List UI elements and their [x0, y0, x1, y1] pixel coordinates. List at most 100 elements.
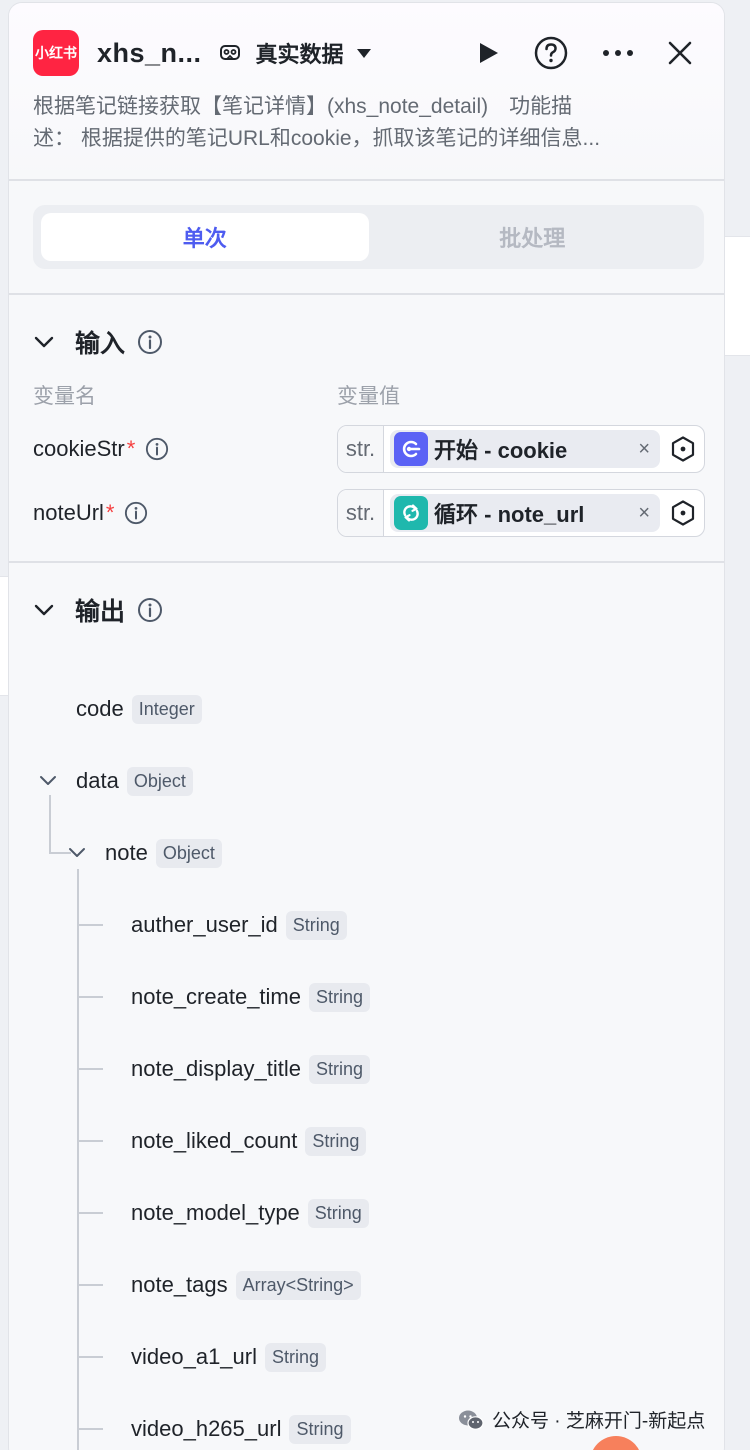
chevron-down-icon[interactable] [33, 331, 55, 353]
variable-reference-field[interactable]: str. 开始 - cookie × [337, 425, 705, 473]
mask-icon[interactable] [218, 41, 242, 65]
variable-picker-icon[interactable] [670, 500, 696, 526]
output-field-type: String [289, 1414, 351, 1444]
required-mark: * [105, 500, 115, 525]
variable-reference-field[interactable]: str. 循环 - note_url × [337, 489, 705, 537]
type-tag: str. [338, 426, 384, 472]
tree-connector [77, 924, 103, 926]
description-line-1: 根据笔记链接获取【笔记详情】(xhs_note_detail) 功能描 [33, 95, 573, 118]
column-header-value: 变量值 [337, 385, 400, 408]
output-field-type: String [305, 1126, 367, 1156]
output-field-row: video_a1_url String [131, 1337, 327, 1377]
input-variable-name: noteUrl [33, 500, 104, 525]
output-field-type: String [285, 910, 347, 940]
reference-chip[interactable]: 循环 - note_url × [390, 494, 660, 532]
reference-separator: - [478, 438, 498, 463]
more-icon[interactable] [602, 49, 634, 57]
output-field-type: String [309, 1054, 371, 1084]
node-detail-panel: 小红书 xhs_n... 真实数据 根据笔记链接获取【笔记详情】(xhs_not… [8, 2, 725, 1450]
output-field-type: String [309, 982, 371, 1012]
info-icon[interactable] [145, 437, 169, 461]
tab-single[interactable]: 单次 [41, 213, 369, 261]
output-field-row: note_display_title String [131, 1049, 371, 1089]
reference-source: 循环 [434, 502, 479, 527]
output-field-row: note Object [105, 833, 222, 873]
output-section-title: 输出 [75, 598, 126, 626]
tab-batch[interactable]: 批处理 [369, 213, 697, 261]
panel-header: 小红书 xhs_n... 真实数据 根据笔记链接获取【笔记详情】(xhs_not… [9, 3, 724, 179]
clear-icon[interactable]: × [638, 438, 650, 461]
tree-connector [77, 1428, 103, 1430]
type-tag: str. [338, 490, 384, 536]
xiaohongshu-logo: 小红书 [33, 30, 79, 76]
node-title[interactable]: xhs_n... [97, 38, 202, 69]
reference-field: cookie [497, 438, 568, 463]
caret-down-icon [356, 49, 371, 58]
loop-node-icon [394, 496, 428, 530]
tree-connector [77, 1284, 103, 1286]
output-field-name: video_a1_url [131, 1344, 257, 1369]
chevron-down-icon[interactable] [38, 771, 58, 791]
output-field-type: Array<String> [235, 1270, 361, 1300]
play-icon[interactable] [476, 41, 500, 65]
output-field-name: note_model_type [131, 1200, 300, 1225]
info-icon[interactable] [124, 501, 148, 525]
input-variable-name: cookieStr [33, 436, 125, 461]
reference-field: note_url [497, 502, 585, 527]
output-field-name: note [105, 840, 148, 865]
input-row-cookiestr: cookieStr * str. 开始 - cookie × [9, 417, 724, 481]
reference-separator: - [478, 502, 498, 527]
chevron-down-icon[interactable] [33, 599, 55, 621]
output-field-name: note_liked_count [131, 1128, 298, 1153]
tree-connector [77, 869, 79, 1450]
output-field-row: video_h265_url String [131, 1409, 351, 1449]
output-field-row: code Integer [76, 689, 202, 729]
output-field-name: data [76, 768, 119, 793]
output-field-name: note_display_title [131, 1056, 302, 1081]
output-field-row: note_model_type String [131, 1193, 369, 1233]
output-section: 输出 code Integer data Object note Object … [9, 563, 724, 1450]
reference-chip[interactable]: 开始 - cookie × [390, 430, 660, 468]
description-line-2: 述： 根据提供的笔记URL和cookie，抓取该笔记的详细信息... [33, 127, 601, 150]
output-field-name: note_tags [131, 1272, 228, 1297]
tree-connector [49, 795, 51, 853]
close-icon[interactable] [668, 41, 692, 65]
data-mode-label: 真实数据 [255, 42, 344, 67]
column-header-name: 变量名 [33, 385, 96, 408]
output-field-row: note_tags Array<String> [131, 1265, 361, 1305]
info-icon[interactable] [137, 597, 163, 623]
output-field-name: video_h265_url [131, 1416, 282, 1441]
output-field-name: code [76, 696, 124, 721]
output-field-row: auther_user_id String [131, 905, 347, 945]
input-row-noteurl: noteUrl * str. 循环 - note_url × [9, 481, 724, 545]
clear-icon[interactable]: × [638, 502, 650, 525]
output-field-type: Object [126, 766, 193, 796]
required-mark: * [126, 436, 136, 461]
tree-connector [77, 1068, 103, 1070]
data-mode-select[interactable]: 真实数据 [256, 37, 372, 69]
output-field-name: auther_user_id [131, 912, 278, 937]
run-mode-tabs: 单次 批处理 [33, 205, 704, 269]
node-description: 根据笔记链接获取【笔记详情】(xhs_note_detail) 功能描 述： 根… [33, 91, 704, 155]
wechat-watermark: 公众号 · 芝麻开门-新起点 [458, 1406, 705, 1433]
output-field-type: String [264, 1342, 327, 1372]
tree-connector [77, 996, 103, 998]
output-section-header[interactable]: 输出 [9, 585, 724, 635]
output-field-type: String [307, 1198, 369, 1228]
info-icon[interactable] [137, 329, 163, 355]
tree-connector [77, 1140, 103, 1142]
tree-connector [77, 1356, 103, 1358]
watermark-text: 公众号 · 芝麻开门-新起点 [492, 1411, 706, 1432]
variable-picker-icon[interactable] [670, 436, 696, 462]
output-field-row: note_liked_count String [131, 1121, 367, 1161]
tree-connector [77, 1212, 103, 1214]
help-icon[interactable] [534, 36, 568, 70]
output-field-row: data Object [76, 761, 193, 801]
input-section-title: 输入 [75, 330, 126, 358]
output-field-type: Integer [131, 694, 202, 724]
background-panel-right [724, 236, 750, 356]
start-node-icon [394, 432, 428, 466]
input-section-header[interactable]: 输入 [9, 317, 724, 367]
chevron-down-icon[interactable] [67, 843, 87, 863]
output-field-row: note_create_time String [131, 977, 371, 1017]
